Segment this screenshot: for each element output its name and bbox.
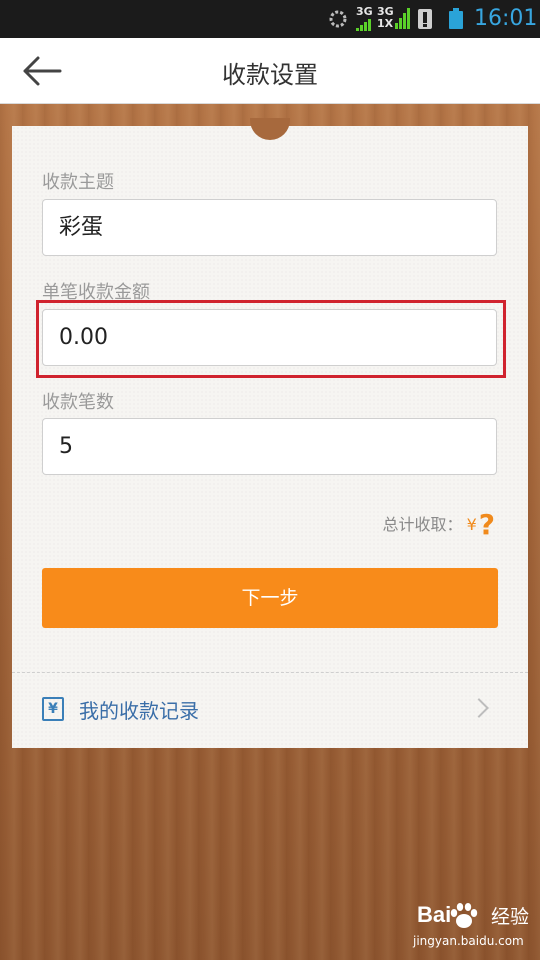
signal-bars-icon [356, 19, 372, 31]
watermark-brand: Bai [417, 902, 452, 927]
count-input[interactable]: 5 [42, 418, 497, 475]
chevron-right-icon [469, 698, 489, 718]
currency-symbol: ¥ [466, 515, 477, 534]
paw-icon [450, 903, 478, 928]
yen-receipt-icon: ¥ [42, 697, 64, 721]
clock: 16:01 [474, 6, 538, 31]
signal-bars-icon-2 [395, 7, 411, 29]
network-1x-label: 1X [377, 17, 394, 30]
total-amount: 总计收取： ¥? [383, 508, 495, 541]
records-link-label: 我的收款记录 [79, 699, 199, 723]
total-label: 总计收取： [382, 515, 463, 534]
battery-icon [449, 8, 463, 29]
watermark-url: jingyan.baidu.com [413, 934, 524, 948]
subject-input[interactable]: 彩蛋 [42, 199, 497, 256]
network-3g-label: 3G [356, 5, 373, 18]
subject-label: 收款主题 [42, 172, 114, 193]
status-bar: 3G 3G 1X 16:01 [0, 0, 540, 38]
highlight-box [36, 300, 506, 378]
baidu-watermark: Bai 经验 jingyan.baidu.com [393, 900, 533, 956]
nav-bar: 收款设置 [0, 38, 540, 104]
my-payment-records-link[interactable]: ¥ 我的收款记录 [12, 673, 528, 747]
sync-icon [329, 10, 347, 28]
next-step-button[interactable]: 下一步 [42, 568, 498, 628]
watermark-brand-suffix: 经验 [491, 906, 530, 928]
page-title: 收款设置 [222, 61, 318, 89]
total-value: ? [478, 508, 495, 541]
count-label: 收款笔数 [42, 392, 114, 413]
sim-alert-icon [418, 9, 432, 29]
